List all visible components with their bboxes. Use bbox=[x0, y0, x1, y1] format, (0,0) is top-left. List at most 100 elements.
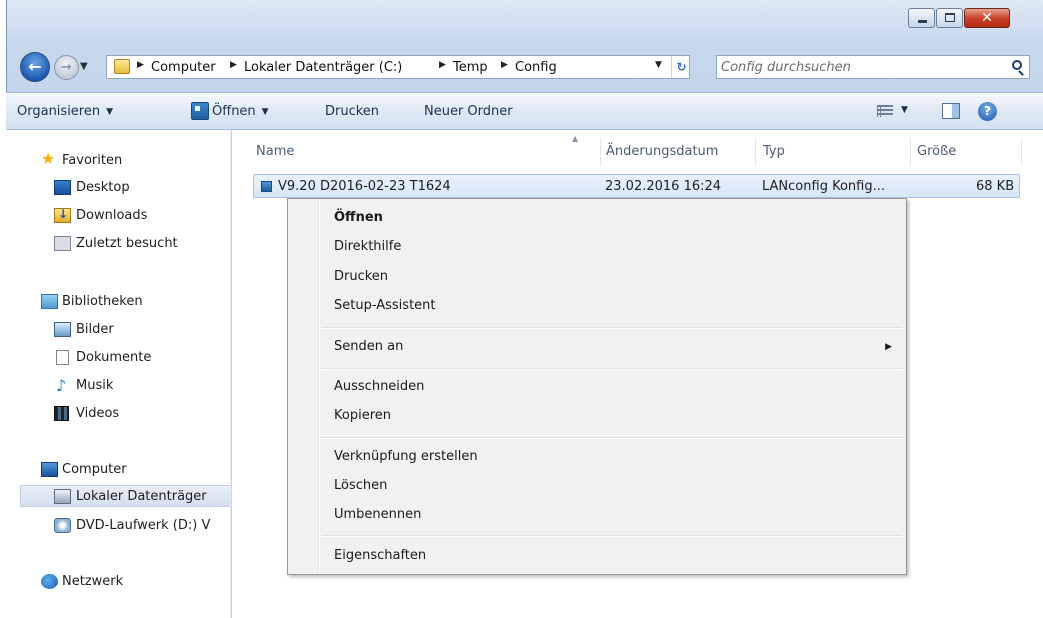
minimize-button[interactable] bbox=[908, 8, 935, 28]
sidebar-group-label: Bibliotheken bbox=[62, 294, 143, 309]
title-bar[interactable]: ✕ bbox=[7, 0, 1043, 38]
sidebar-item-local-disk[interactable]: Lokaler Datenträger bbox=[20, 485, 230, 507]
file-size: 68 KB bbox=[976, 179, 1015, 194]
organize-menu[interactable]: Organisieren ▼ bbox=[17, 104, 113, 119]
sidebar-item-label: Zuletzt besucht bbox=[76, 236, 178, 251]
sidebar-item-dvd-drive[interactable]: DVD-Laufwerk (D:) V bbox=[6, 515, 230, 537]
menu-item-label: Ausschneiden bbox=[334, 379, 425, 394]
file-row[interactable]: V9.20 D2016-02-23 T1624 23.02.2016 16:24… bbox=[253, 174, 1020, 198]
breadcrumb-config[interactable]: Config bbox=[515, 60, 557, 75]
sort-ascending-icon: ▲ bbox=[572, 134, 579, 143]
preview-pane-icon[interactable] bbox=[942, 103, 960, 119]
column-header-size[interactable]: Größe bbox=[917, 144, 956, 159]
menu-item-rename[interactable]: Umbenennen bbox=[290, 502, 904, 528]
sidebar-group-label: Favoriten bbox=[62, 153, 123, 168]
sidebar-item-label: Desktop bbox=[76, 180, 130, 195]
search-icon[interactable] bbox=[1012, 60, 1022, 70]
menu-item-cut[interactable]: Ausschneiden bbox=[290, 374, 904, 400]
star-icon: ★ bbox=[41, 149, 56, 168]
column-divider[interactable] bbox=[600, 138, 601, 166]
sidebar-group-favorites[interactable]: ★ Favoriten bbox=[6, 148, 206, 170]
menu-item-label: Direkthilfe bbox=[334, 239, 402, 254]
folder-icon bbox=[114, 59, 130, 74]
recent-pages-dropdown[interactable]: ▼ bbox=[80, 61, 88, 72]
sidebar-group-network[interactable]: Netzwerk bbox=[6, 571, 206, 593]
print-button[interactable]: Drucken bbox=[325, 104, 379, 119]
documents-icon bbox=[56, 350, 69, 365]
open-button[interactable]: Öffnen ▼ bbox=[212, 104, 269, 119]
menu-item-delete[interactable]: Löschen bbox=[290, 473, 904, 499]
sidebar-item-videos[interactable]: Videos bbox=[6, 403, 206, 425]
navigation-pane: ★ Favoriten Desktop Downloads Zuletzt be… bbox=[6, 130, 231, 618]
menu-item-label: Umbenennen bbox=[334, 507, 422, 522]
menu-item-open[interactable]: Öffnen bbox=[290, 205, 904, 231]
open-label: Öffnen bbox=[212, 104, 256, 119]
menu-item-label: Eigenschaften bbox=[334, 548, 427, 563]
refresh-button[interactable]: ↻ bbox=[671, 56, 691, 78]
address-dropdown-button[interactable]: ▼ bbox=[655, 60, 662, 70]
column-header-name[interactable]: Name bbox=[256, 144, 294, 159]
close-button[interactable]: ✕ bbox=[964, 8, 1010, 28]
views-dropdown-icon[interactable]: ▼ bbox=[901, 105, 908, 115]
search-input[interactable] bbox=[721, 58, 991, 76]
search-box[interactable] bbox=[716, 55, 1030, 79]
sidebar-item-documents[interactable]: Dokumente bbox=[6, 347, 206, 369]
column-divider[interactable] bbox=[910, 138, 911, 166]
menu-separator bbox=[322, 368, 902, 370]
menu-item-setup-wizard[interactable]: Setup-Assistent bbox=[290, 293, 904, 319]
sidebar-item-music[interactable]: ♪ Musik bbox=[6, 375, 206, 397]
menu-item-send-to[interactable]: Senden an ▶ bbox=[290, 334, 904, 360]
chevron-down-icon: ▼ bbox=[106, 107, 114, 117]
submenu-arrow-icon: ▶ bbox=[885, 342, 892, 352]
sidebar-item-label: Videos bbox=[76, 406, 120, 421]
context-menu: Öffnen Direkthilfe Drucken Setup-Assiste… bbox=[287, 198, 907, 575]
menu-item-create-shortcut[interactable]: Verknüpfung erstellen bbox=[290, 444, 904, 470]
sidebar-item-label: DVD-Laufwerk (D:) V bbox=[76, 518, 211, 533]
breadcrumb-separator[interactable]: ▶ bbox=[439, 60, 446, 70]
menu-item-print[interactable]: Drucken bbox=[290, 264, 904, 290]
sidebar-group-libraries[interactable]: Bibliotheken bbox=[6, 291, 206, 313]
library-icon bbox=[41, 294, 58, 309]
column-header-type[interactable]: Typ bbox=[763, 144, 785, 159]
menu-item-label: Löschen bbox=[334, 478, 388, 493]
menu-item-label: Öffnen bbox=[334, 210, 383, 225]
menu-separator bbox=[322, 437, 902, 439]
column-divider[interactable] bbox=[755, 138, 756, 166]
menu-item-properties[interactable]: Eigenschaften bbox=[290, 543, 904, 569]
menu-item-direct-help[interactable]: Direkthilfe bbox=[290, 234, 904, 260]
breadcrumb-separator[interactable]: ▶ bbox=[230, 60, 237, 70]
column-header-date[interactable]: Änderungsdatum bbox=[606, 144, 718, 159]
new-folder-button[interactable]: Neuer Ordner bbox=[424, 104, 513, 119]
sidebar-item-downloads[interactable]: Downloads bbox=[6, 205, 206, 227]
address-bar[interactable]: ▶ Computer ▶ Lokaler Datenträger (C:) ▶ … bbox=[106, 55, 690, 79]
computer-icon bbox=[41, 462, 58, 477]
breadcrumb-separator[interactable]: ▶ bbox=[501, 60, 508, 70]
maximize-icon bbox=[945, 13, 955, 22]
sidebar-item-pictures[interactable]: Bilder bbox=[6, 319, 206, 341]
menu-separator bbox=[322, 535, 902, 537]
menu-item-label: Drucken bbox=[334, 269, 389, 284]
menu-item-label: Verknüpfung erstellen bbox=[334, 449, 478, 464]
command-bar: Organisieren ▼ Öffnen ▼ Drucken Neuer Ordn… bbox=[6, 92, 1043, 130]
sidebar-item-label: Lokaler Datenträger bbox=[76, 489, 207, 504]
sidebar-item-desktop[interactable]: Desktop bbox=[6, 177, 206, 199]
breadcrumb-separator[interactable]: ▶ bbox=[137, 60, 144, 70]
breadcrumb-temp[interactable]: Temp bbox=[453, 60, 488, 75]
help-icon[interactable]: ? bbox=[978, 102, 997, 121]
column-divider[interactable] bbox=[1021, 138, 1022, 166]
maximize-button[interactable] bbox=[936, 8, 963, 28]
file-name: V9.20 D2016-02-23 T1624 bbox=[278, 179, 451, 194]
minimize-icon bbox=[918, 20, 927, 23]
sidebar-item-recent[interactable]: Zuletzt besucht bbox=[6, 233, 206, 255]
menu-item-label: Setup-Assistent bbox=[334, 298, 436, 313]
views-icon[interactable] bbox=[877, 105, 893, 117]
forward-button[interactable]: → bbox=[54, 55, 79, 80]
chevron-down-icon: ▼ bbox=[261, 107, 269, 117]
forward-arrow-icon: → bbox=[61, 60, 72, 75]
sidebar-group-computer[interactable]: Computer bbox=[6, 459, 206, 481]
menu-item-copy[interactable]: Kopieren bbox=[290, 403, 904, 429]
music-note-icon: ♪ bbox=[56, 376, 67, 395]
back-button[interactable]: ← bbox=[20, 52, 50, 82]
breadcrumb-computer[interactable]: Computer bbox=[151, 60, 216, 75]
breadcrumb-local-disk[interactable]: Lokaler Datenträger (C:) bbox=[244, 60, 402, 75]
